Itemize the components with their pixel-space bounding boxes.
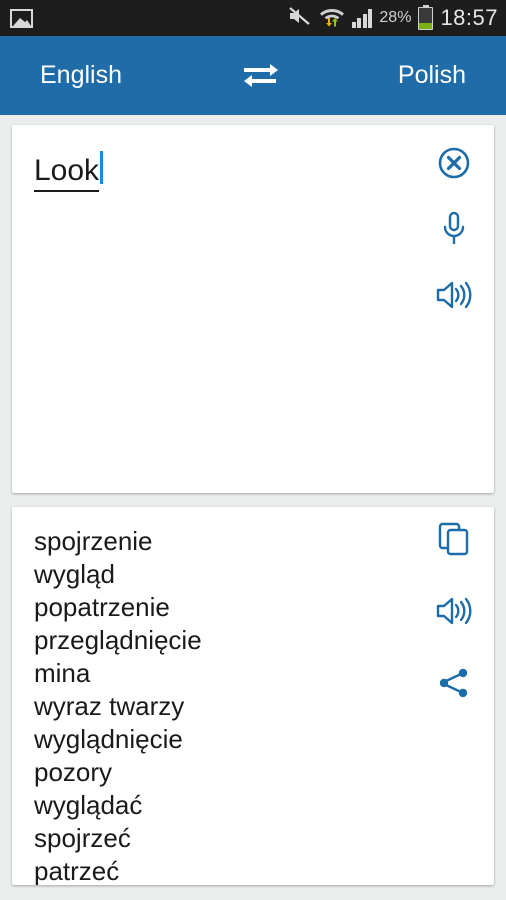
- translation-item[interactable]: przeglądnięcie: [34, 624, 424, 657]
- result-actions: [432, 521, 476, 737]
- status-bar: 28% 18:57: [0, 0, 506, 36]
- voice-input-button[interactable]: [434, 211, 474, 251]
- translation-item[interactable]: patrzeć: [34, 855, 424, 885]
- status-bar-right: 28% 18:57: [288, 4, 498, 32]
- translation-results-card[interactable]: spojrzenie wygląd popatrzenie przeglądnięci…: [12, 507, 494, 885]
- speaker-icon: [435, 595, 473, 632]
- text-cursor: [100, 151, 104, 184]
- microphone-icon: [439, 211, 469, 252]
- translations-list: spojrzenie wygląd popatrzenie przeglądnięci…: [34, 525, 424, 885]
- translation-item[interactable]: spojrzenie: [34, 525, 424, 558]
- speak-result-button[interactable]: [434, 593, 474, 633]
- target-language-button[interactable]: Polish: [398, 63, 466, 88]
- copy-button[interactable]: [434, 521, 474, 561]
- mute-icon: [288, 6, 312, 31]
- photo-notification-icon: [10, 8, 33, 28]
- swap-arrows-icon: [240, 58, 280, 93]
- clock-label: 18:57: [440, 5, 498, 30]
- speak-source-button[interactable]: [434, 277, 474, 317]
- source-actions: [432, 145, 476, 343]
- translation-item[interactable]: wyglądać: [34, 789, 424, 822]
- battery-icon: [418, 4, 434, 30]
- clear-button[interactable]: [434, 145, 474, 185]
- language-app-bar: English Polish: [0, 36, 506, 115]
- wifi-transfer-icon: [319, 5, 345, 32]
- swap-languages-button[interactable]: [232, 58, 288, 93]
- copy-icon: [438, 522, 470, 561]
- translation-item[interactable]: mina: [34, 657, 424, 690]
- source-language-button[interactable]: English: [40, 63, 122, 88]
- share-button[interactable]: [434, 665, 474, 705]
- translation-item[interactable]: wyraz twarzy: [34, 690, 424, 723]
- status-bar-left: [10, 8, 33, 28]
- translation-item[interactable]: wygląd: [34, 558, 424, 591]
- close-circle-icon: [437, 146, 471, 185]
- translation-item[interactable]: wyglądnięcie: [34, 723, 424, 756]
- source-text-field[interactable]: Look: [34, 147, 104, 192]
- signal-bars-icon: [351, 8, 373, 28]
- translation-item[interactable]: spojrzeć: [34, 822, 424, 855]
- source-text-value: Look: [34, 154, 100, 192]
- translation-item[interactable]: popatrzenie: [34, 591, 424, 624]
- battery-percent-label: 28%: [379, 9, 412, 26]
- source-text-card[interactable]: Look: [12, 125, 494, 493]
- translation-item[interactable]: pozory: [34, 756, 424, 789]
- share-icon: [437, 666, 471, 705]
- speaker-icon: [435, 279, 473, 316]
